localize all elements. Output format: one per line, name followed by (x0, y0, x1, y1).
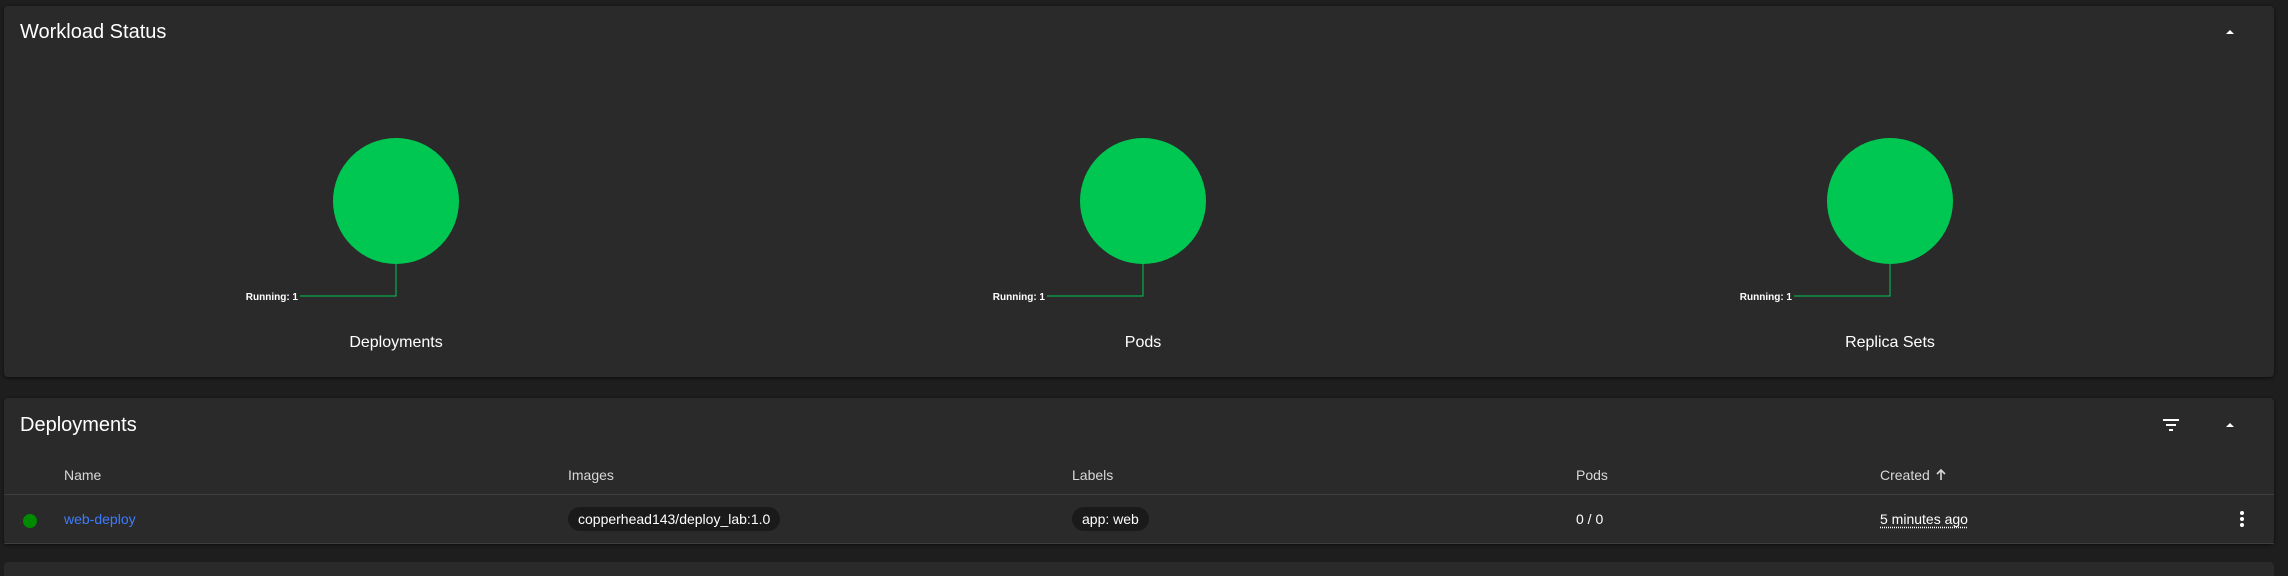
chevron-up-icon (2226, 423, 2234, 427)
chevron-up-icon (2226, 30, 2234, 34)
image-chip: copperhead143/deploy_lab:1.0 (568, 507, 781, 531)
pods-label-leader (1047, 264, 1144, 297)
more-vertical-icon (2240, 511, 2244, 527)
collapse-deployments-button[interactable] (2214, 409, 2246, 441)
deployments-running-label: Running: 1 (246, 292, 299, 303)
column-header-labels[interactable]: Labels (1072, 467, 1113, 483)
pods-count: 0 / 0 (1576, 511, 1604, 527)
replica-sets-label-leader (1794, 264, 1891, 297)
deployments-card: Deployments Name Images Labels Pods Crea… (4, 398, 2274, 544)
row-actions-button[interactable] (2226, 503, 2258, 535)
replica-sets-running-label: Running: 1 (1740, 292, 1793, 303)
pods-chart-caption: Pods (1124, 334, 1162, 351)
replica-sets-status-chart: Running: 1 Replica Sets (1690, 56, 2090, 356)
pods-running-slice[interactable] (1080, 138, 1206, 264)
pods-running-label: Running: 1 (993, 292, 1046, 303)
column-header-pods[interactable]: Pods (1576, 467, 1608, 483)
replica-sets-chart-caption: Replica Sets (1845, 334, 1935, 351)
column-header-name[interactable]: Name (64, 467, 101, 483)
status-running-dot (23, 514, 37, 528)
deployment-name-link[interactable]: web-deploy (64, 511, 136, 527)
workload-status-title: Workload Status (20, 21, 167, 43)
arrow-up-icon (1936, 468, 1946, 480)
deployments-running-slice[interactable] (333, 138, 459, 264)
next-card-edge (4, 562, 2274, 576)
table-row: web-deploy copperhead143/deploy_lab:1.0 … (4, 495, 2274, 544)
replica-sets-running-slice[interactable] (1827, 138, 1953, 264)
deployments-chart-caption: Deployments (349, 334, 443, 351)
label-chip: app: web (1072, 507, 1149, 531)
column-header-created[interactable]: Created (1880, 467, 1948, 483)
deployments-label-leader (300, 264, 397, 297)
deployments-title: Deployments (20, 414, 137, 436)
filter-icon (2163, 419, 2179, 431)
filter-button[interactable] (2155, 409, 2187, 441)
column-header-created-label: Created (1880, 467, 1930, 483)
workload-status-card: Workload Status Running: 1 Deployments R… (4, 6, 2274, 377)
row-divider (4, 543, 2274, 544)
collapse-workload-status-button[interactable] (2214, 16, 2246, 48)
deployments-status-chart: Running: 1 Deployments (196, 56, 596, 356)
column-header-images[interactable]: Images (568, 467, 614, 483)
created-time[interactable]: 5 minutes ago (1880, 511, 1968, 527)
pods-status-chart: Running: 1 Pods (943, 56, 1343, 356)
